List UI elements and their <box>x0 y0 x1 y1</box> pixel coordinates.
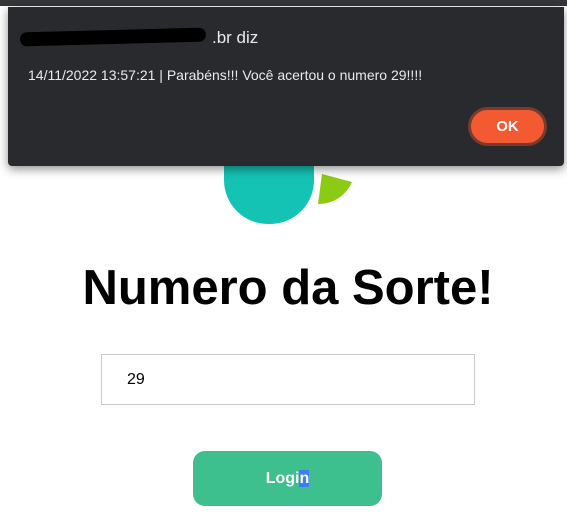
logo-green-shape <box>318 174 352 205</box>
alert-dialog: .br diz 14/11/2022 13:57:21 | Parabéns!!… <box>8 7 564 166</box>
login-button-label-selected: n <box>299 469 310 487</box>
redacted-site-name <box>19 27 207 47</box>
alert-title: .br diz <box>19 27 259 48</box>
login-button[interactable]: Login <box>193 451 382 506</box>
ok-button[interactable]: OK <box>468 107 547 146</box>
alert-message: 14/11/2022 13:57:21 | Parabéns!!! Você a… <box>28 67 423 83</box>
login-button-label: Logi <box>265 469 300 487</box>
alert-title-suffix: .br diz <box>212 28 259 47</box>
browser-top-strip <box>0 0 567 6</box>
lucky-number-input[interactable] <box>101 354 475 405</box>
page-title: Numero da Sorte! <box>82 261 494 315</box>
